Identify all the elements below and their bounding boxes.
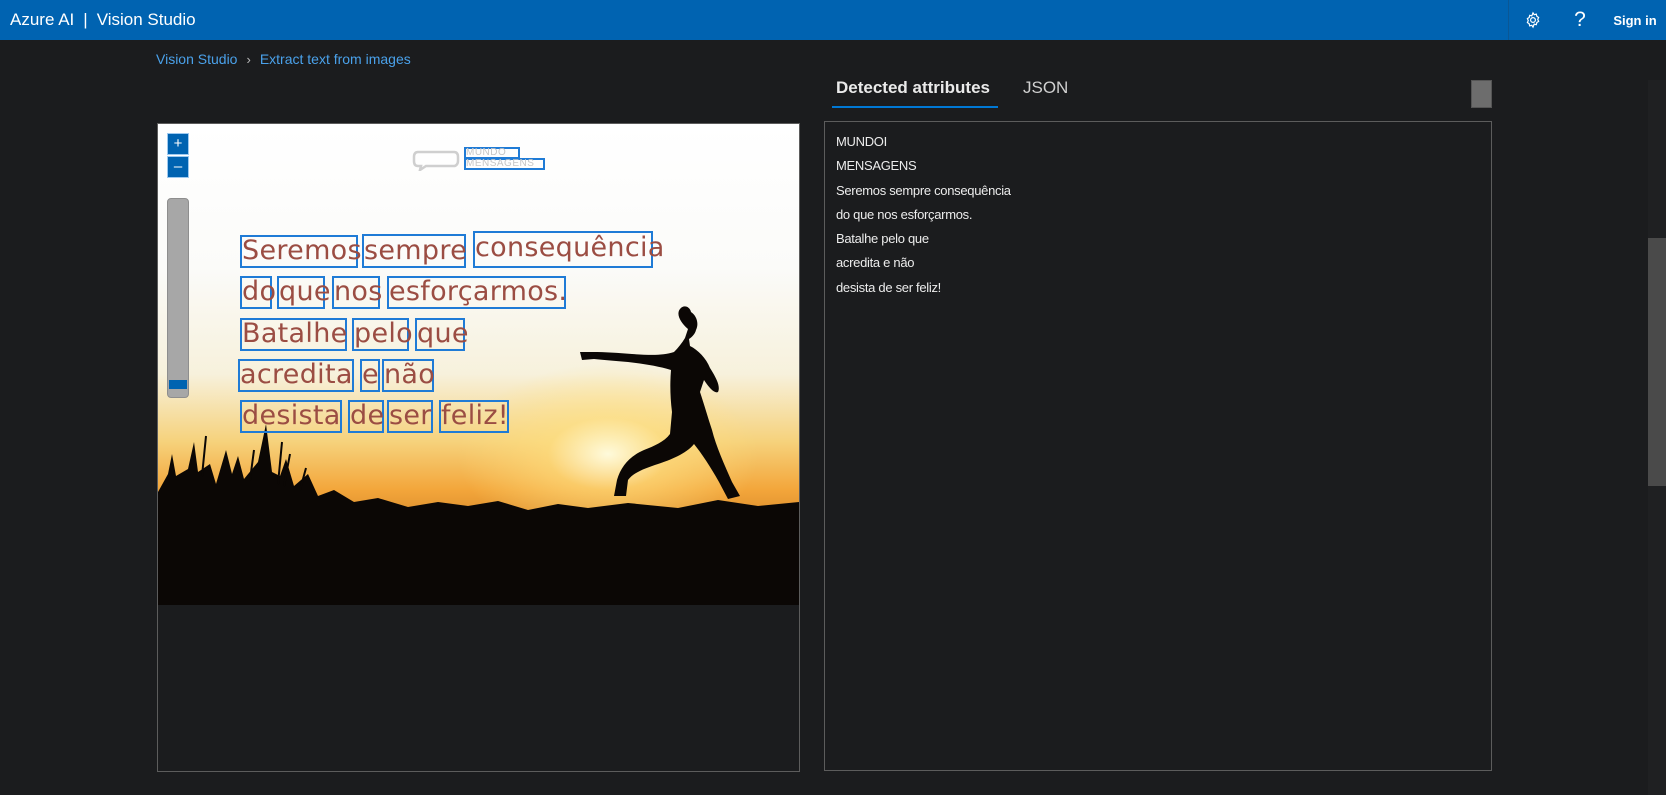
zoom-slider[interactable] [167,198,189,398]
ocr-logo-word: MUNDO [466,147,507,158]
detected-lines-list: MUNDOI MENSAGENS Seremos sempre consequê… [836,130,1011,300]
breadcrumb-item-vision-studio[interactable]: Vision Studio [156,51,237,67]
detected-line[interactable]: Batalhe pelo que [836,227,1011,251]
sample-image: + – MUNDO MENSAGENS Seremos sempre conse… [158,124,799,605]
detected-line[interactable]: acredita e não [836,251,1011,275]
detected-line[interactable]: desista de ser feliz! [836,276,1011,300]
zoom-in-button[interactable]: + [167,133,189,155]
gear-icon [1526,11,1539,29]
ocr-word: nos [334,276,383,307]
ocr-word: desista [242,400,341,431]
brand[interactable]: Azure AI | Vision Studio [10,0,196,40]
speech-bubble-logo-icon [412,150,460,171]
ocr-word: ser [389,400,432,431]
ocr-word: acredita [240,359,353,390]
active-tab-indicator [832,106,998,108]
help-button[interactable]: ? [1556,0,1604,40]
ocr-logo-word: MENSAGENS [466,158,535,169]
ocr-word: não [384,359,436,390]
brand-product: Azure AI [10,10,75,29]
ocr-word: que [279,276,331,307]
ocr-word: feliz! [441,400,509,431]
detected-line[interactable]: do que nos esforçarmos. [836,203,1011,227]
ocr-word: de [350,400,385,431]
settings-button[interactable] [1508,0,1556,40]
ocr-word: Batalhe [242,318,348,349]
tab-json[interactable]: JSON [1023,78,1068,98]
ocr-word: e [362,359,379,390]
page-scrollbar-thumb[interactable] [1648,238,1666,486]
ocr-word: que [417,318,469,349]
zoom-out-button[interactable]: – [167,156,189,178]
chevron-right-icon: › [246,52,251,67]
tab-detected-attributes[interactable]: Detected attributes [836,78,990,98]
ocr-word: esforçarmos. [389,276,568,307]
zoom-slider-handle[interactable] [169,380,187,389]
top-bar: Azure AI | Vision Studio ? Sign in [0,0,1666,40]
ocr-word: consequência [475,232,665,263]
brand-separator: | [83,10,88,29]
detected-line[interactable]: MUNDOI [836,130,1011,154]
detected-line[interactable]: Seremos sempre consequência [836,179,1011,203]
panel-toggle-button[interactable] [1471,80,1492,108]
detected-line[interactable]: MENSAGENS [836,154,1011,178]
help-icon: ? [1574,8,1586,31]
breadcrumb: Vision Studio › Extract text from images [156,51,411,67]
ocr-word: do [242,276,277,307]
breadcrumb-item-extract-text[interactable]: Extract text from images [260,51,411,67]
sign-in-button[interactable]: Sign in [1604,0,1666,40]
detected-text-panel: MUNDOI MENSAGENS Seremos sempre consequê… [824,121,1492,771]
ocr-word: Seremos [242,235,362,266]
brand-app: Vision Studio [96,10,196,29]
ocr-word: pelo [354,318,413,349]
ocr-word: sempre [364,235,468,266]
image-viewer: + – MUNDO MENSAGENS Seremos sempre conse… [157,123,800,772]
